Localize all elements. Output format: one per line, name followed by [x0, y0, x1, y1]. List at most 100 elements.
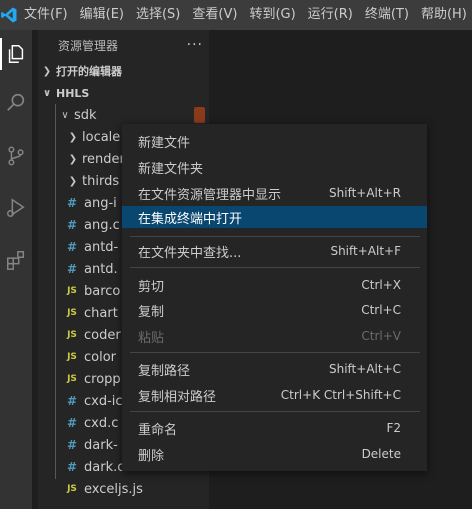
js-file-icon: JS: [67, 330, 77, 340]
menu-item-shortcut: Ctrl+C: [361, 303, 401, 317]
menu-item-label: 删除: [138, 448, 165, 464]
menu-item-label: 重命名: [138, 422, 178, 438]
menu-item-shortcut: Ctrl+K Ctrl+Shift+C: [280, 388, 401, 402]
css-file-icon: #: [66, 460, 78, 474]
tree-item-label: thirds: [82, 173, 120, 189]
git-status-badge: [194, 107, 205, 123]
menu-item-cut[interactable]: 剪切 Ctrl+X: [122, 274, 427, 296]
menu-item-delete[interactable]: 删除 Delete: [122, 443, 427, 465]
menu-go[interactable]: 转到(G): [243, 0, 301, 30]
tree-item-label: antd-: [84, 239, 119, 255]
menu-file[interactable]: 文件(F): [18, 0, 74, 30]
tree-item-label: color: [84, 349, 117, 365]
js-file-icon: JS: [67, 484, 77, 494]
menu-selection[interactable]: 选择(S): [130, 0, 186, 30]
chevron-right-icon: ❯: [68, 131, 78, 143]
css-file-icon: #: [66, 240, 78, 254]
menu-item-label: 在集成终端中打开: [138, 211, 243, 227]
menu-view[interactable]: 查看(V): [186, 0, 243, 30]
menu-item-open-in-terminal[interactable]: 在集成终端中打开: [122, 206, 427, 228]
css-file-icon: #: [66, 218, 78, 232]
source-control-icon[interactable]: [0, 140, 32, 172]
tree-file[interactable]: JS exceljs.js: [38, 478, 209, 500]
menu-item-label: 复制: [138, 304, 165, 320]
menu-item-shortcut: F2: [386, 421, 401, 435]
menu-separator: [130, 236, 420, 237]
css-file-icon: #: [66, 394, 78, 408]
tree-item-label: cxd.c: [84, 415, 119, 431]
title-bar: 文件(F) 编辑(E) 选择(S) 查看(V) 转到(G) 运行(R) 终端(T…: [0, 0, 472, 30]
css-file-icon: #: [66, 438, 78, 452]
menu-item-label: 在文件资源管理器中显示: [138, 187, 282, 203]
activity-bar: [0, 30, 32, 509]
workspace-label: HHLS: [56, 86, 90, 100]
tree-item-label: exceljs.js: [84, 481, 143, 497]
menu-item-new-file[interactable]: 新建文件: [122, 130, 427, 152]
tree-item-label: ang-i: [84, 195, 117, 211]
menu-item-label: 复制相对路径: [138, 389, 217, 405]
sidebar-title: 资源管理器: [58, 38, 119, 53]
menu-item-label: 新建文件夹: [138, 161, 204, 177]
chevron-down-icon: ∨: [42, 87, 52, 99]
js-file-icon: JS: [67, 352, 77, 362]
tree-item-label: chart: [84, 305, 118, 321]
tree-item-label: cxd-ic: [84, 393, 123, 409]
open-editors-section[interactable]: ❯ 打开的编辑器: [38, 60, 209, 82]
menu-item-rename[interactable]: 重命名 F2: [122, 417, 427, 439]
tree-item-label: dark-: [84, 437, 118, 453]
menu-item-label: 新建文件: [138, 135, 191, 151]
vscode-logo-icon: [0, 0, 18, 30]
menu-terminal[interactable]: 终端(T): [359, 0, 415, 30]
menu-item-label: 剪切: [138, 279, 165, 295]
menu-item-copy-path[interactable]: 复制路径 Shift+Alt+C: [122, 358, 427, 380]
menu-item-label: 在文件夹中查找...: [138, 245, 242, 261]
open-editors-label: 打开的编辑器: [56, 65, 122, 78]
context-menu: 新建文件 新建文件夹 在文件资源管理器中显示 Shift+Alt+R 在集成终端…: [122, 124, 427, 471]
menu-item-reveal-in-explorer[interactable]: 在文件资源管理器中显示 Shift+Alt+R: [122, 182, 427, 204]
sidebar-header: 资源管理器 ···: [38, 30, 209, 60]
chevron-down-icon: ∨: [61, 109, 69, 121]
menu-item-label: 复制路径: [138, 363, 191, 379]
tree-folder[interactable]: ∨ sdk: [38, 104, 209, 126]
more-actions-button[interactable]: ···: [187, 37, 203, 53]
js-file-icon: JS: [67, 374, 77, 384]
search-icon[interactable]: [0, 86, 32, 118]
menu-item-shortcut: Shift+Alt+C: [328, 362, 401, 376]
menu-item-copy[interactable]: 复制 Ctrl+C: [122, 299, 427, 321]
menu-edit[interactable]: 编辑(E): [74, 0, 130, 30]
menu-bar: 文件(F) 编辑(E) 选择(S) 查看(V) 转到(G) 运行(R) 终端(T…: [18, 0, 472, 30]
menu-item-shortcut: Ctrl+V: [361, 329, 401, 343]
menu-item-label: 粘贴: [138, 330, 165, 346]
menu-item-copy-relative-path[interactable]: 复制相对路径 Ctrl+K Ctrl+Shift+C: [122, 384, 427, 406]
explorer-icon[interactable]: [0, 38, 32, 70]
tree-item-label: cropp: [84, 371, 121, 387]
indent-guide: [55, 104, 56, 479]
css-file-icon: #: [66, 416, 78, 430]
chevron-right-icon: ❯: [42, 65, 52, 77]
menu-run[interactable]: 运行(R): [302, 0, 359, 30]
menu-item-shortcut: Ctrl+X: [361, 278, 401, 292]
menu-separator: [130, 411, 420, 412]
tree-item-label: barco: [84, 283, 121, 299]
tree-item-label: coder: [84, 327, 121, 343]
tree-item-label: ang.c: [84, 217, 120, 233]
css-file-icon: #: [66, 196, 78, 210]
js-file-icon: JS: [67, 286, 77, 296]
workspace-section[interactable]: ∨ HHLS: [38, 82, 209, 104]
tree-item-label: antd.: [84, 261, 118, 277]
menu-item-shortcut: Shift+Alt+R: [329, 186, 401, 200]
tree-item-label: locale: [82, 129, 121, 145]
run-debug-icon[interactable]: [0, 192, 32, 224]
chevron-right-icon: ❯: [68, 153, 78, 165]
css-file-icon: #: [66, 262, 78, 276]
menu-item-new-folder[interactable]: 新建文件夹: [122, 156, 427, 178]
menu-item-find-in-folder[interactable]: 在文件夹中查找... Shift+Alt+F: [122, 240, 427, 262]
extensions-icon[interactable]: [0, 244, 32, 276]
js-file-icon: JS: [67, 308, 77, 318]
menu-separator: [130, 267, 420, 268]
menu-separator: [130, 352, 420, 353]
menu-help[interactable]: 帮助(H): [415, 0, 472, 30]
menu-item-shortcut: Shift+Alt+F: [330, 244, 401, 258]
tree-item-label: render: [82, 151, 125, 167]
menu-item-paste: 粘贴 Ctrl+V: [122, 325, 427, 347]
